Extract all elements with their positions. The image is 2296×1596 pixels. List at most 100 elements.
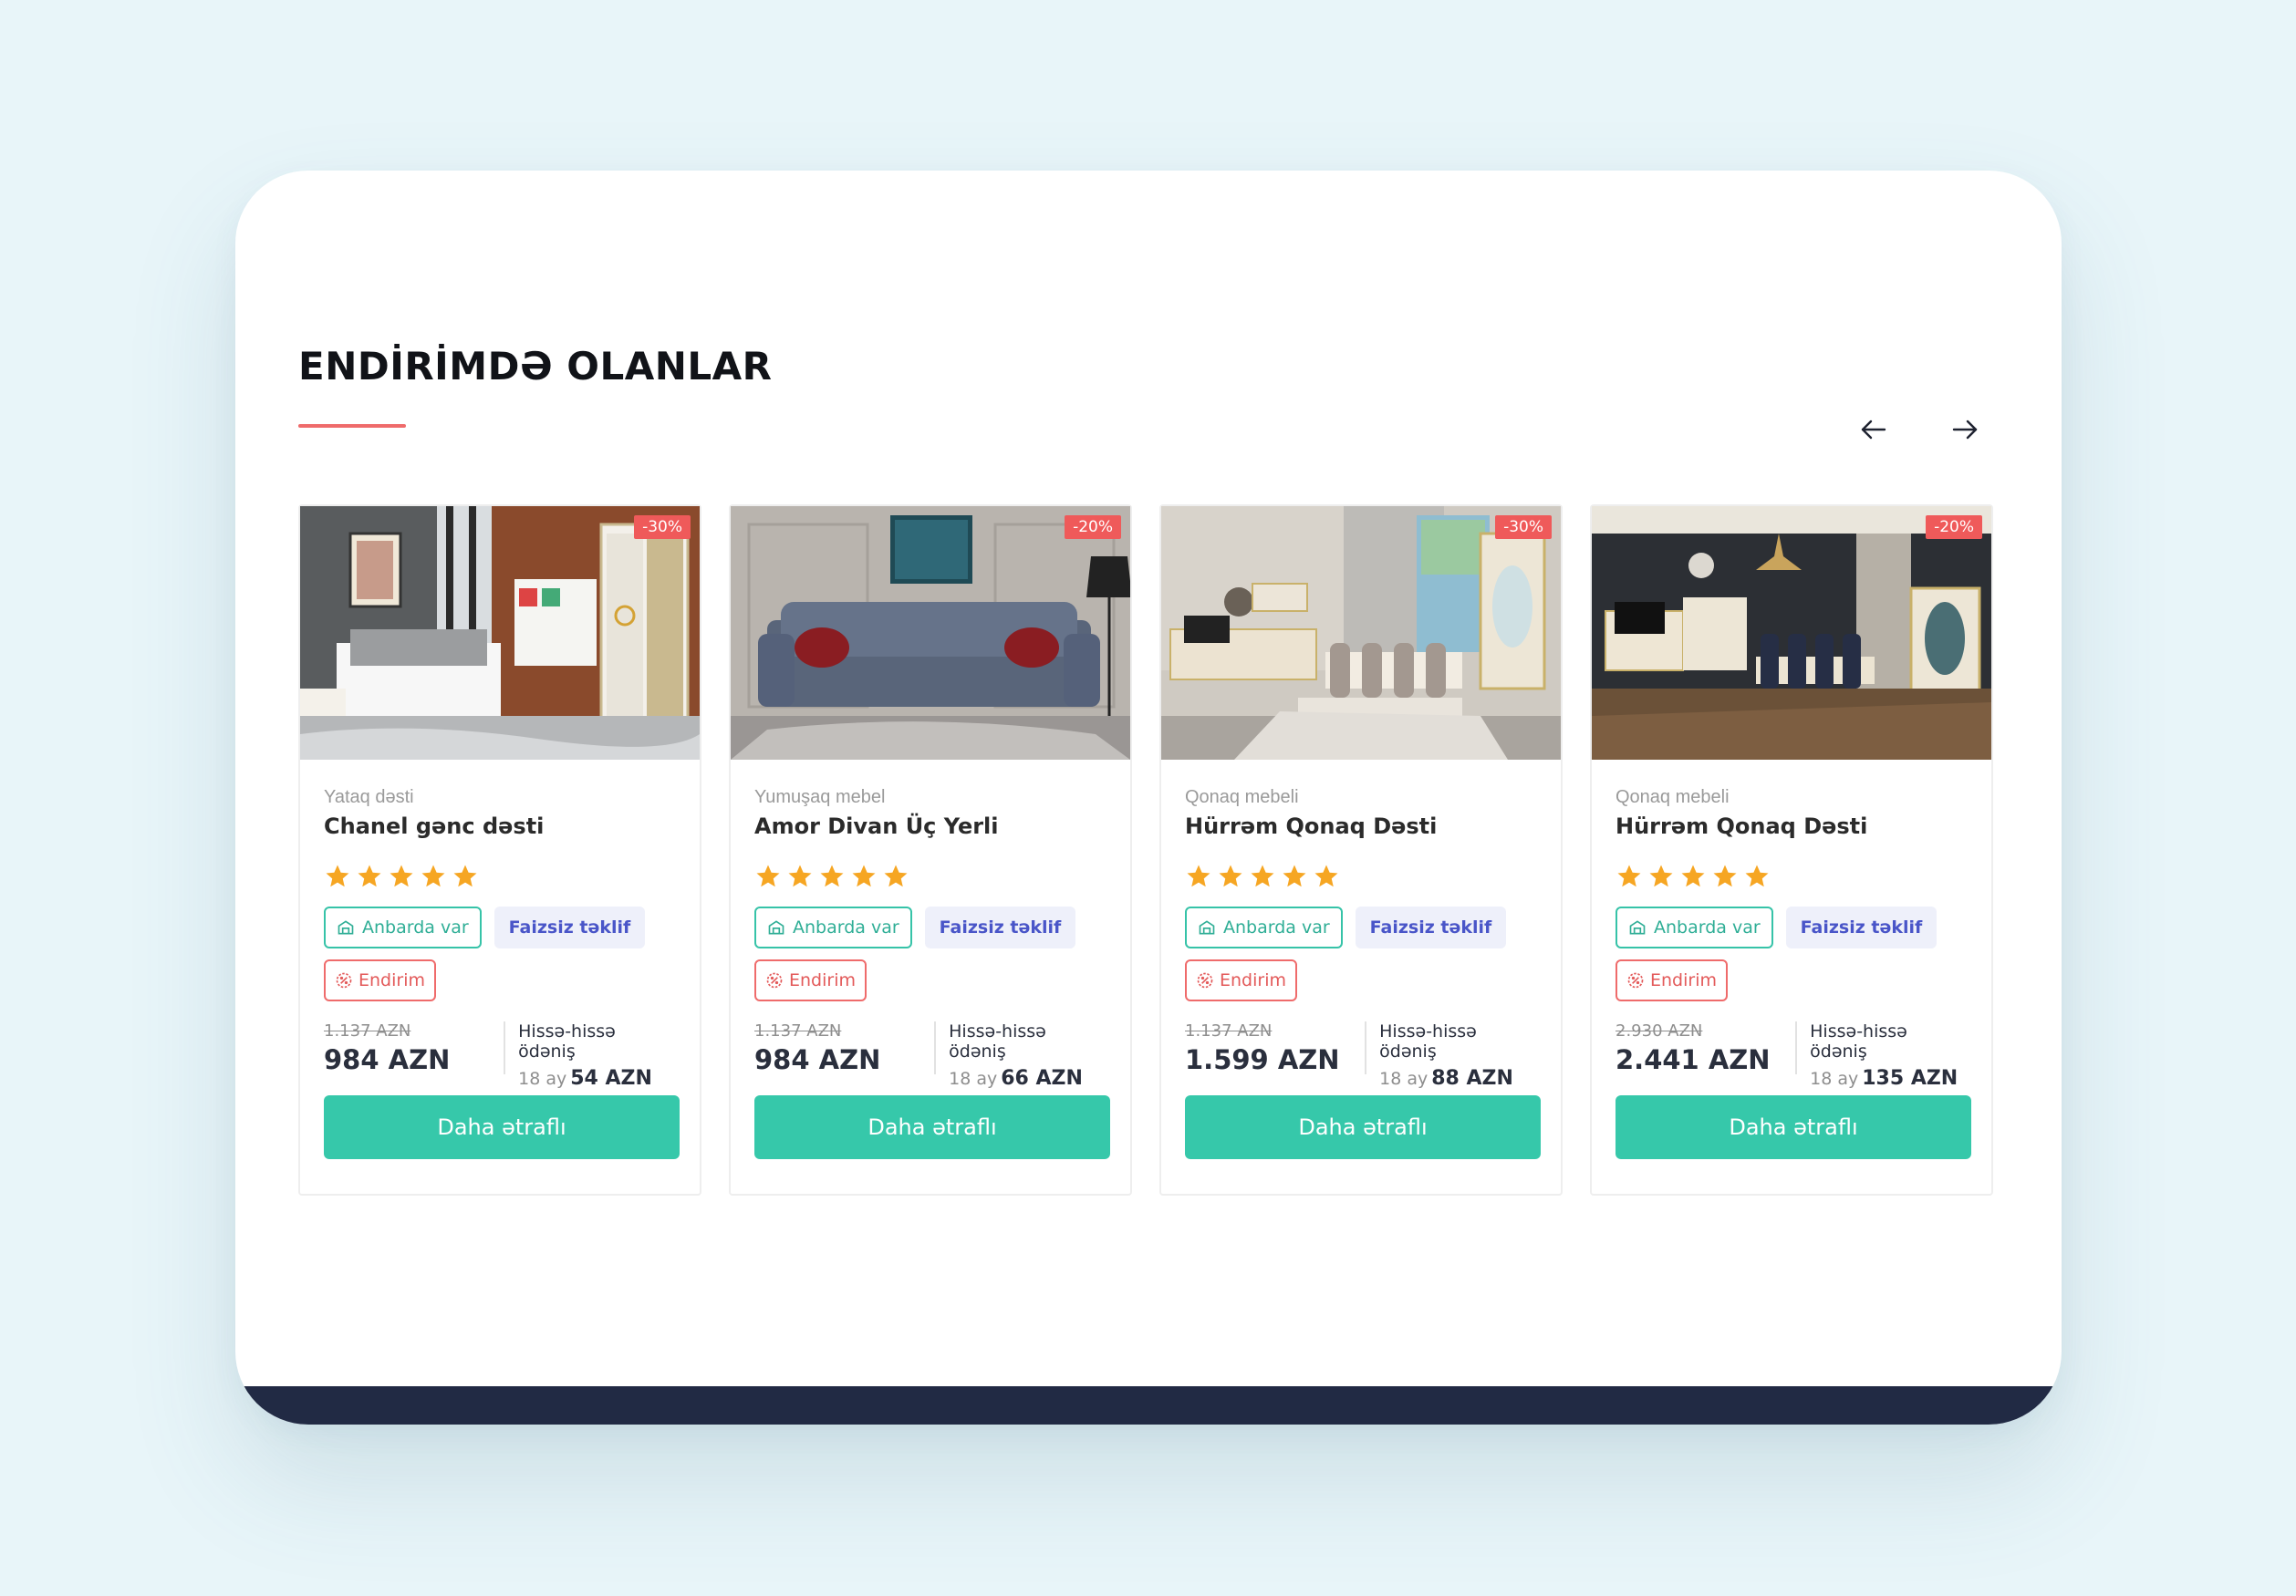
warehouse-icon [338, 920, 354, 935]
sale-tag-label: Endirim [789, 970, 856, 990]
product-name[interactable]: Hürrəm Qonaq Dəsti [1616, 814, 1968, 839]
star-icon [756, 865, 780, 887]
rating-stars [1185, 863, 1537, 890]
star-icon [390, 865, 413, 887]
section-title: ENDİRİMDƏ OLANLAR [298, 344, 773, 389]
sale-tag: Endirim [324, 959, 436, 1001]
old-price: 2.930 AZN [1616, 1021, 1703, 1041]
star-icon [820, 865, 844, 887]
product-card[interactable]: -20% Yumuşaq mebel Amor Divan Üç Yerli A… [729, 504, 1132, 1196]
installment-title: Hissə-hissə ödəniş [518, 1021, 616, 1062]
warehouse-icon [1199, 920, 1215, 935]
product-name[interactable]: Hürrəm Qonaq Dəsti [1185, 814, 1537, 839]
discount-icon [1197, 972, 1213, 989]
discount-badge: -30% [1495, 515, 1552, 539]
installment-amount: 54 AZN [570, 1067, 652, 1090]
sale-tag-label: Endirim [1220, 970, 1286, 990]
product-image-living-room[interactable]: -30% [1161, 506, 1561, 760]
product-image-dining-room[interactable]: -20% [1592, 506, 1991, 760]
discount-badge: -20% [1065, 515, 1121, 539]
rating-stars [1616, 863, 1968, 890]
star-icon [1283, 865, 1306, 887]
details-button[interactable]: Daha ətraflı [1185, 1095, 1541, 1159]
stock-tag-label: Anbarda var [1654, 917, 1761, 938]
warehouse-icon [1629, 920, 1646, 935]
star-icon [1314, 865, 1338, 887]
installment-title: Hissə-hissə ödəniş [1379, 1021, 1477, 1062]
new-price: 984 AZN [754, 1044, 881, 1075]
new-price: 984 AZN [324, 1044, 451, 1075]
installment-info: Hissə-hissə ödəniş 18 ay 54 AZN [504, 1021, 676, 1090]
star-icon [1681, 865, 1705, 887]
installment-info: Hissə-hissə ödəniş 18 ay 88 AZN [1365, 1021, 1537, 1090]
star-icon [788, 865, 812, 887]
discount-icon [336, 972, 352, 989]
offer-tag: Faizsiz təklif [493, 907, 646, 948]
star-icon [421, 865, 445, 887]
star-icon [453, 865, 477, 887]
installment-months: 18 ay [518, 1069, 567, 1089]
star-icon [1713, 865, 1737, 887]
product-card[interactable]: -30% Qonaq mebeli Hürrəm Qonaq Dəsti Anb… [1159, 504, 1563, 1196]
star-icon [1745, 865, 1769, 887]
star-icon [1187, 865, 1210, 887]
star-icon [326, 865, 349, 887]
product-list: -30% Yataq dəsti Chanel gənc dəsti Anbar… [298, 504, 1993, 1196]
new-price: 2.441 AZN [1616, 1044, 1771, 1075]
product-card[interactable]: -30% Yataq dəsti Chanel gənc dəsti Anbar… [298, 504, 701, 1196]
old-price: 1.137 AZN [1185, 1021, 1273, 1041]
product-category: Yumuşaq mebel [754, 787, 886, 807]
rating-stars [324, 863, 676, 890]
details-button[interactable]: Daha ətraflı [754, 1095, 1110, 1159]
rating-stars [754, 863, 1106, 890]
product-image-bedroom[interactable]: -30% [300, 506, 700, 760]
product-name[interactable]: Amor Divan Üç Yerli [754, 814, 1106, 839]
details-button[interactable]: Daha ətraflı [324, 1095, 680, 1159]
star-icon [358, 865, 381, 887]
old-price: 1.137 AZN [754, 1021, 842, 1041]
star-icon [1251, 865, 1274, 887]
installment-info: Hissə-hissə ödəniş 18 ay 135 AZN [1795, 1021, 1968, 1090]
star-icon [1649, 865, 1673, 887]
stock-tag: Anbarda var [324, 907, 482, 948]
warehouse-icon [768, 920, 784, 935]
star-icon [1219, 865, 1242, 887]
installment-months: 18 ay [1810, 1069, 1859, 1089]
installment-months: 18 ay [1379, 1069, 1429, 1089]
star-icon [884, 865, 908, 887]
sale-tag: Endirim [1185, 959, 1297, 1001]
carousel-prev-button[interactable] [1854, 409, 1894, 450]
star-icon [852, 865, 876, 887]
installment-months: 18 ay [949, 1069, 998, 1089]
offer-tag: Faizsiz təklif [1785, 907, 1938, 948]
product-name[interactable]: Chanel gənc dəsti [324, 814, 676, 839]
stock-tag-label: Anbarda var [1223, 917, 1330, 938]
sale-tag: Endirim [754, 959, 867, 1001]
offer-tag: Faizsiz təklif [924, 907, 1076, 948]
offer-tag: Faizsiz təklif [1355, 907, 1507, 948]
product-category: Qonaq mebeli [1616, 787, 1730, 807]
sale-tag-label: Endirim [358, 970, 425, 990]
discount-icon [1627, 972, 1644, 989]
sale-tag-label: Endirim [1650, 970, 1717, 990]
stock-tag: Anbarda var [1185, 907, 1343, 948]
carousel-next-button[interactable] [1945, 409, 1985, 450]
installment-amount: 66 AZN [1001, 1067, 1083, 1090]
title-underline [298, 424, 406, 428]
discount-badge: -20% [1926, 515, 1982, 539]
discount-badge: -30% [634, 515, 691, 539]
sale-tag: Endirim [1616, 959, 1728, 1001]
section-window: ENDİRİMDƏ OLANLAR -30% Yataq dəsti Chane… [235, 171, 2062, 1425]
arrow-left-icon [1861, 420, 1886, 440]
product-category: Qonaq mebeli [1185, 787, 1299, 807]
installment-amount: 88 AZN [1431, 1067, 1513, 1090]
product-card[interactable]: -20% Qonaq mebeli Hürrəm Qonaq Dəsti Anb… [1590, 504, 1993, 1196]
footer-strip [235, 1386, 2062, 1425]
installment-amount: 135 AZN [1862, 1067, 1958, 1090]
details-button[interactable]: Daha ətraflı [1616, 1095, 1971, 1159]
star-icon [1617, 865, 1641, 887]
stock-tag: Anbarda var [754, 907, 912, 948]
installment-title: Hissə-hissə ödəniş [949, 1021, 1046, 1062]
product-image-sofa[interactable]: -20% [731, 506, 1130, 760]
discount-icon [766, 972, 783, 989]
